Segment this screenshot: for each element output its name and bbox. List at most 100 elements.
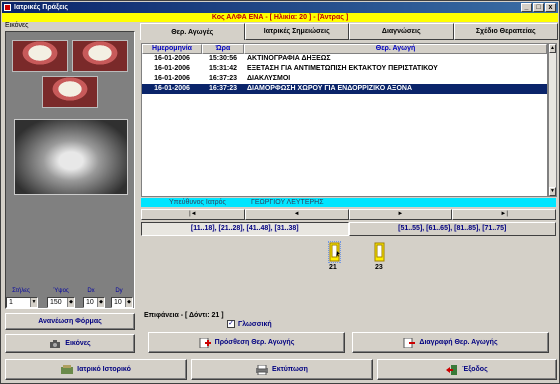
tooth-21-icon	[327, 240, 342, 264]
table-row[interactable]: 16-01-2006 15:31:42 ΕΞΕΤΑΣΗ ΓΙΑ ΑΝΤΙΜΕΤΩ…	[142, 64, 547, 74]
images-panel	[5, 31, 135, 309]
cell-treatment: ΑΚΤΙΝΟΓΡΑΦΙΑ ΔΗΞΕΩΣ	[247, 55, 331, 62]
tooth-23[interactable]	[373, 241, 386, 263]
print-button[interactable]: Εκτύπωση	[191, 359, 373, 380]
cell-time: 16:37:23	[208, 75, 238, 82]
spin-arrows-icon[interactable]: ◆	[67, 298, 74, 307]
cell-treatment: ΔΙΑΚΛΥΣΜΟΙ	[247, 75, 291, 82]
exit-label: Έξοδος	[462, 366, 488, 373]
delete-document-icon	[403, 337, 416, 348]
intraoral-photo-1[interactable]	[12, 40, 68, 72]
cell-date: 16-01-2006	[154, 55, 190, 62]
checkbox-icon[interactable]: ✓	[227, 320, 235, 328]
tab-bar: Θερ. Αγωγές Ιατρικές Σημειώσεις Διαγνώσε…	[140, 23, 558, 40]
tooth-23-icon	[374, 242, 385, 262]
col-time-header[interactable]: Ώρα	[202, 44, 244, 54]
delete-treatment-button[interactable]: Διαγραφή Θερ. Αγωγής	[352, 332, 549, 353]
close-button[interactable]: x	[545, 3, 556, 12]
table-row[interactable]: 16-01-2006 16:37:23 ΔΙΑΚΛΥΣΜΟΙ	[142, 74, 547, 84]
history-icon	[61, 364, 74, 375]
surface-label: Επιφάνεια - [ Δόντι: 21 ]	[144, 312, 224, 319]
tab-treatments[interactable]: Θερ. Αγωγές	[140, 23, 245, 40]
camera-icon	[49, 339, 61, 349]
doctor-bar: Υπεύθυνος Ιατρός ΓΕΩΡΓΙΟΥ ΛΕΥΤΕΡΗΣ	[141, 198, 556, 207]
medical-history-label: Ιατρικό Ιστορικό	[77, 366, 131, 373]
images-panel-title: Εικόνες	[5, 22, 29, 29]
permanent-teeth-tab[interactable]: [11..18], [21..28], [41..48], [31..38]	[141, 222, 349, 236]
tooth-23-number: 23	[375, 264, 383, 271]
delete-treatment-label: Διαγραφή Θερ. Αγωγής	[419, 339, 498, 346]
tooth-21-number: 21	[329, 264, 337, 271]
table-header: Ημερομηνία Ώρα Θερ. Αγωγή	[142, 44, 547, 54]
intraoral-photo-2[interactable]	[72, 40, 128, 72]
minimize-button[interactable]: _	[521, 3, 532, 12]
treatments-window: Ιατρικές Πράξεις _ □ x Κος ΑΛΦΑ ΕΝΑ - [ …	[0, 0, 560, 384]
spin-arrows-icon[interactable]: ◆	[125, 298, 132, 307]
table-row[interactable]: 16-01-2006 15:30:56 ΑΚΤΙΝΟΓΡΑΦΙΑ ΔΗΞΕΩΣ	[142, 54, 547, 64]
columns-value: 1	[9, 299, 13, 306]
cell-date: 16-01-2006	[154, 75, 190, 82]
teeth-quadrant-tabs: [11..18], [21..28], [41..48], [31..38] […	[141, 222, 556, 236]
tab-diagnoses[interactable]: Διαγνώσεις	[349, 23, 454, 40]
doctor-label: Υπεύθυνος Ιατρός	[169, 199, 226, 206]
tab-medical-notes[interactable]: Ιατρικές Σημειώσεις	[244, 23, 349, 40]
refresh-form-label: Ανανέωση Φόρμας	[38, 318, 102, 325]
doctor-name: ΓΕΩΡΓΙΟΥ ΛΕΥΤΕΡΗΣ	[251, 199, 324, 206]
dx-label: Dx	[87, 288, 95, 294]
app-icon	[4, 4, 11, 11]
deciduous-teeth-tab[interactable]: [51..55], [61..65], [81..85], [71..75]	[348, 222, 556, 236]
cell-time: 15:31:42	[208, 65, 238, 72]
dropdown-arrow-icon[interactable]: ▼	[30, 298, 37, 307]
lingual-label: Γλωσσική	[238, 320, 272, 328]
height-label: Ύψος	[53, 288, 69, 294]
next-record-button[interactable]: ►	[348, 209, 453, 220]
height-value: 150	[50, 299, 62, 306]
add-treatment-label: Πρόσθεση Θερ. Αγωγής	[214, 339, 295, 346]
refresh-form-button[interactable]: Ανανέωση Φόρμας	[5, 313, 135, 330]
medical-history-button[interactable]: Ιατρικό Ιστορικό	[5, 359, 187, 380]
last-record-button[interactable]: ►|	[452, 209, 556, 220]
add-treatment-button[interactable]: Πρόσθεση Θερ. Αγωγής	[148, 332, 345, 353]
cell-time: 15:30:56	[208, 55, 238, 62]
cell-date: 16-01-2006	[154, 65, 190, 72]
title-bar: Ιατρικές Πράξεις _ □ x	[2, 2, 558, 13]
add-document-icon	[199, 337, 211, 348]
record-navigator: |◄ ◄ ► ►|	[141, 209, 556, 220]
table-row-selected[interactable]: 16-01-2006 16:37:23 ΔΙΑΜΟΡΦΩΣΗ ΧΩΡΟΥ ΓΙΑ…	[142, 84, 547, 94]
first-record-button[interactable]: |◄	[141, 209, 245, 220]
cell-date: 16-01-2006	[154, 85, 190, 92]
col-date-header[interactable]: Ημερομηνία	[142, 44, 202, 54]
window-title: Ιατρικές Πράξεις	[14, 4, 69, 11]
columns-select[interactable]: 1 ▼	[6, 297, 38, 308]
dy-stepper[interactable]: 10 ◆	[111, 297, 133, 308]
exit-door-icon	[446, 364, 458, 375]
dx-stepper[interactable]: 10 ◆	[83, 297, 105, 308]
columns-label: Στήλες	[12, 288, 30, 294]
maximize-button[interactable]: □	[533, 3, 544, 12]
dy-label: Dy	[115, 288, 123, 294]
lingual-checkbox[interactable]: ✓ Γλωσσική	[227, 320, 272, 328]
tab-treatment-plan[interactable]: Σχέδιο Θεραπείας	[453, 23, 558, 40]
spin-arrows-icon[interactable]: ◆	[97, 298, 104, 307]
intraoral-photo-3[interactable]	[42, 76, 98, 108]
cell-treatment: ΔΙΑΜΟΡΦΩΣΗ ΧΩΡΟΥ ΓΙΑ ΕΝΔΟΡΡΙΖΙΚΟ ΑΞΟΝΑ	[247, 85, 412, 92]
dx-value: 10	[86, 299, 94, 306]
dy-value: 10	[114, 299, 122, 306]
printer-icon	[256, 364, 269, 375]
col-treatment-header[interactable]: Θερ. Αγωγή	[244, 44, 547, 54]
tooth-21[interactable]	[327, 240, 342, 264]
treatments-table: Ημερομηνία Ώρα Θερ. Αγωγή 16-01-2006 15:…	[141, 43, 548, 197]
images-label: Εικόνες	[65, 340, 91, 347]
exit-button[interactable]: Έξοδος	[377, 359, 557, 380]
table-scrollbar[interactable]: ▲ ▼	[548, 43, 557, 197]
scroll-up-icon[interactable]: ▲	[549, 44, 556, 53]
prev-record-button[interactable]: ◄	[244, 209, 349, 220]
patient-info-bar: Κος ΑΛΦΑ ΕΝΑ - [ Ηλικία: 20 ] - [Άντρας …	[2, 13, 558, 22]
height-stepper[interactable]: 150 ◆	[47, 297, 75, 308]
cell-time: 16:37:23	[208, 85, 238, 92]
scroll-down-icon[interactable]: ▼	[549, 187, 556, 196]
print-label: Εκτύπωση	[272, 366, 308, 373]
panoramic-xray-image[interactable]	[14, 119, 128, 195]
images-button[interactable]: Εικόνες	[5, 334, 135, 353]
cell-treatment: ΕΞΕΤΑΣΗ ΓΙΑ ΑΝΤΙΜΕΤΩΠΙΣΗ ΕΚΤΑΚΤΟΥ ΠΕΡΙΣΤ…	[247, 65, 438, 72]
